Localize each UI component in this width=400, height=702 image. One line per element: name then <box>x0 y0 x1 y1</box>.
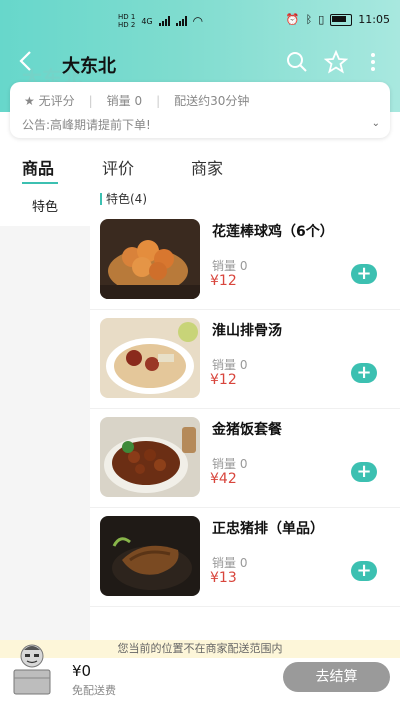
sim-badges: HD 1 HD 2 <box>118 13 136 29</box>
alarm-icon: ⏰ <box>285 13 300 26</box>
cart-button[interactable] <box>10 642 54 698</box>
cart-bar: ¥0 免配送费 去结算 <box>0 644 400 700</box>
product-item[interactable]: 淮山排骨汤 销量 0 ¥12 + <box>90 310 400 409</box>
product-sales: 销量 0 <box>212 457 248 471</box>
vibrate-icon: ▯ <box>318 13 325 26</box>
shop-meta: ★ 无评分 | 销量 0 | 配送约30分钟 <box>24 92 249 109</box>
search-button[interactable] <box>285 50 309 74</box>
section-title: 特色(4) <box>106 192 147 206</box>
search-icon <box>287 52 307 72</box>
product-item[interactable]: 花莲棒球鸡（6个） 销量 0 ¥12 + <box>90 211 400 310</box>
delivery-warning: 您当前的位置不在商家配送范围内 <box>0 640 400 658</box>
signal-icon <box>158 16 170 26</box>
star-icon <box>323 49 349 74</box>
plus-icon: + <box>356 362 372 383</box>
divider: | <box>156 93 161 108</box>
active-tab-indicator <box>22 182 58 184</box>
status-bar: HD 1 HD 2 4G ◠ ⏰ ᛒ ▯ 11:05 <box>0 10 400 32</box>
more-vertical-icon <box>371 53 375 71</box>
product-price: ¥12 <box>210 372 237 388</box>
product-item[interactable]: 正忠猪排（单品） 销量 0 ¥13 + <box>90 508 400 607</box>
tab-merchant[interactable]: 商家 <box>191 155 223 179</box>
product-image-pork-chop <box>100 516 200 596</box>
section-marker <box>100 192 102 205</box>
delivery-time: 配送约30分钟 <box>174 94 250 108</box>
star-small-icon: ★ <box>24 94 35 108</box>
shop-sales: 销量 0 <box>106 94 143 108</box>
add-to-cart-button[interactable]: + <box>351 264 377 284</box>
network-label: 4G <box>141 16 153 26</box>
shipping-fee-label: 免配送费 <box>72 684 116 697</box>
product-price: ¥42 <box>210 471 237 487</box>
add-to-cart-button[interactable]: + <box>351 363 377 383</box>
tab-bar: 商品 评价 商家 <box>0 155 400 187</box>
favorite-button[interactable] <box>323 49 349 74</box>
category-item-featured[interactable]: 特色 <box>0 190 90 226</box>
tab-products[interactable]: 商品 <box>22 155 54 179</box>
rating: ★ 无评分 <box>24 94 75 108</box>
clock: 11:05 <box>358 13 390 26</box>
bluetooth-icon: ᛒ <box>305 13 313 26</box>
signal-icon-2 <box>175 16 187 26</box>
product-image-soup <box>100 318 200 398</box>
divider: | <box>88 93 93 108</box>
nav-bar: 大东北 <box>0 42 400 82</box>
product-image-chicken <box>100 219 200 299</box>
back-button[interactable] <box>18 50 38 74</box>
plus-icon: + <box>356 263 372 284</box>
checkout-button[interactable]: 去结算 <box>283 662 390 692</box>
plus-icon: + <box>356 560 372 581</box>
shop-notice: 公告:高峰期请提前下单! <box>22 118 151 132</box>
more-button[interactable] <box>366 50 380 74</box>
cart-total: ¥0 <box>72 662 92 680</box>
product-name: 正忠猪排（单品） <box>212 521 324 537</box>
product-name: 金猪饭套餐 <box>212 422 282 438</box>
chevron-down-icon[interactable]: ⌄ <box>372 118 380 129</box>
section-header: 特色(4) <box>100 190 147 207</box>
product-name: 花莲棒球鸡（6个） <box>212 224 334 240</box>
product-item[interactable]: 金猪饭套餐 销量 0 ¥42 + <box>90 409 400 508</box>
product-sales: 销量 0 <box>212 358 248 372</box>
cart-mascot-icon <box>13 644 51 695</box>
product-image-rice-bowl <box>100 417 200 497</box>
product-sales: 销量 0 <box>212 556 248 570</box>
shop-info-card: ★ 无评分 | 销量 0 | 配送约30分钟 公告:高峰期请提前下单! ⌄ <box>10 82 390 138</box>
product-name: 淮山排骨汤 <box>212 323 282 339</box>
product-price: ¥12 <box>210 273 237 289</box>
add-to-cart-button[interactable]: + <box>351 561 377 581</box>
wifi-icon: ◠ <box>192 14 204 28</box>
add-to-cart-button[interactable]: + <box>351 462 377 482</box>
page-title: 大东北 <box>62 56 116 77</box>
battery-icon <box>330 13 353 26</box>
category-sidebar: 特色 <box>0 190 90 640</box>
back-arrow-icon <box>19 51 31 71</box>
product-sales: 销量 0 <box>212 259 248 273</box>
plus-icon: + <box>356 461 372 482</box>
product-price: ¥13 <box>210 570 237 586</box>
tab-reviews[interactable]: 评价 <box>102 155 134 179</box>
